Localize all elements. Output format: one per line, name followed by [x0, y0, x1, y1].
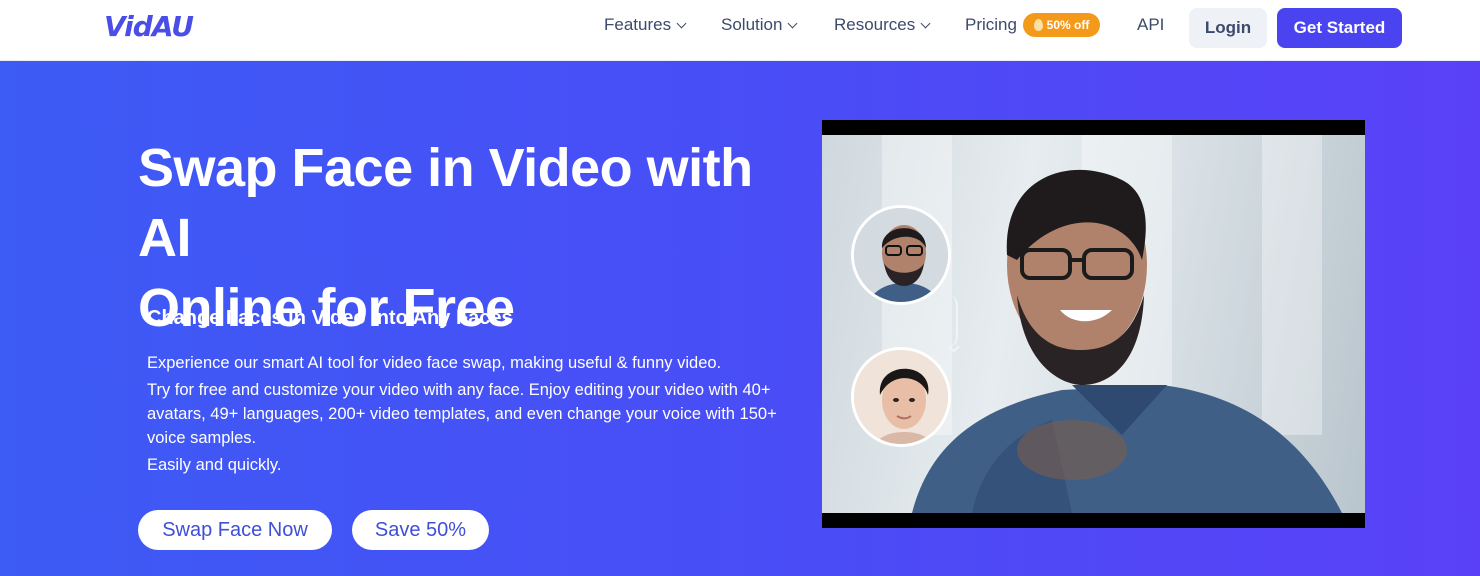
pricing-discount-badge: 50% off [1023, 13, 1100, 37]
chevron-down-icon [676, 18, 687, 28]
nav-resources-label: Resources [834, 15, 916, 34]
top-navbar: VidAU Features Solution Resources Pricin… [0, 0, 1480, 61]
man-with-glasses-image [912, 169, 1342, 513]
login-button[interactable]: Login [1189, 8, 1267, 48]
hero-subtitle: Change Faces in Video Into Any Faces [147, 307, 513, 329]
hero-description-3: Easily and quickly. [147, 456, 282, 474]
nav-solution[interactable]: Solution [721, 15, 798, 35]
face-swap-video-preview[interactable] [822, 120, 1365, 528]
chevron-down-icon [787, 18, 798, 28]
vidau-logo[interactable]: VidAU [104, 10, 194, 43]
nav-features-label: Features [604, 15, 672, 34]
badge-label: 50% off [1046, 18, 1090, 32]
nav-solution-label: Solution [721, 15, 783, 34]
hero-description-2: Try for free and customize your video wi… [147, 381, 777, 447]
hero-section: Swap Face in Video with AI Online for Fr… [0, 61, 1480, 576]
target-face-thumbnail [851, 347, 951, 447]
nav-resources[interactable]: Resources [834, 15, 931, 35]
video-frame [822, 135, 1365, 513]
nav-api[interactable]: API [1137, 15, 1164, 35]
nav-pricing[interactable]: Pricing [965, 15, 1017, 35]
fire-icon [1033, 19, 1043, 31]
swap-arrow [948, 295, 958, 347]
get-started-button[interactable]: Get Started [1277, 8, 1402, 48]
hero-description-1: Experience our smart AI tool for video f… [147, 354, 722, 372]
nav-api-label: API [1137, 15, 1165, 34]
save-50-button[interactable]: Save 50% [352, 510, 489, 550]
chevron-down-icon [920, 18, 931, 28]
nav-features[interactable]: Features [604, 15, 687, 35]
nav-pricing-label: Pricing [965, 15, 1017, 34]
hero-title-line1: Swap Face in Video with AI [138, 138, 753, 268]
swap-face-now-button[interactable]: Swap Face Now [138, 510, 332, 550]
source-face-thumbnail [851, 205, 951, 305]
